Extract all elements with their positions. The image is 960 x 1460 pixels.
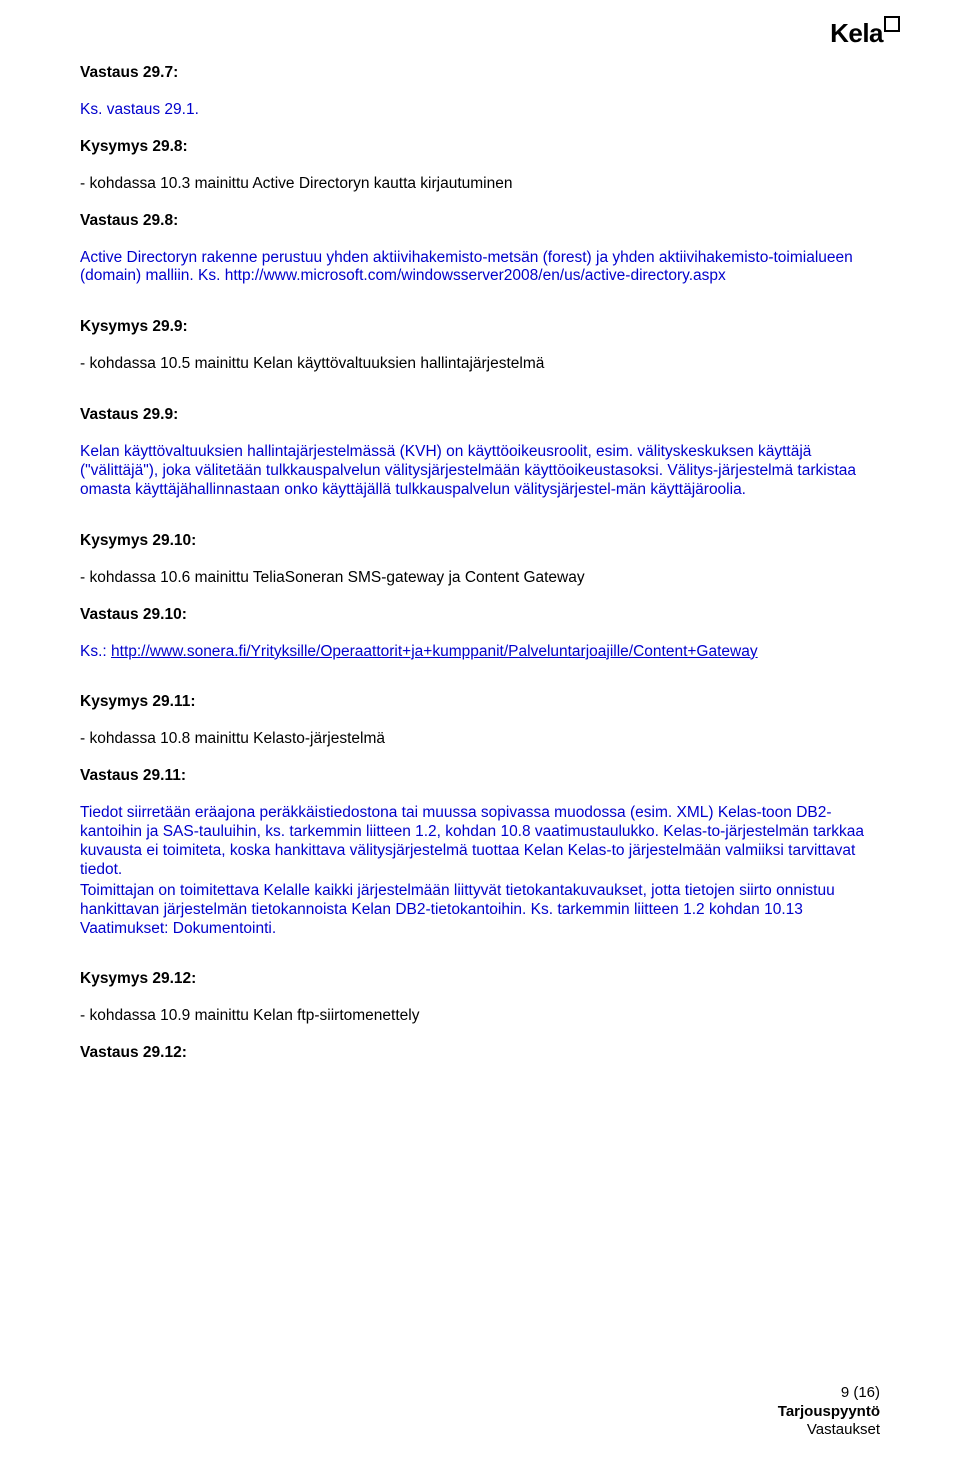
answer-text: Toimittajan on toimitettava Kelalle kaik… bbox=[80, 882, 880, 939]
answer-heading: Vastaus 29.7: bbox=[80, 64, 880, 83]
link-prefix: Ks.: bbox=[80, 643, 111, 660]
page-number: 9 (16) bbox=[778, 1384, 880, 1403]
answer-heading: Vastaus 29.10: bbox=[80, 606, 880, 625]
answer-link-para: Ks.: http://www.sonera.fi/Yrityksille/Op… bbox=[80, 643, 880, 662]
question-text: - kohdassa 10.8 mainittu Kelasto-järjest… bbox=[80, 730, 880, 749]
page-footer: 9 (16) Tarjouspyyntö Vastaukset bbox=[778, 1384, 880, 1440]
logo-reg-icon bbox=[884, 16, 900, 32]
answer-text: Kelan käyttövaltuuksien hallintajärjeste… bbox=[80, 443, 880, 500]
document-body: Vastaus 29.7: Ks. vastaus 29.1. Kysymys … bbox=[80, 24, 880, 1063]
question-text: - kohdassa 10.5 mainittu Kelan käyttöval… bbox=[80, 355, 880, 374]
answer-text: Ks. vastaus 29.1. bbox=[80, 101, 880, 120]
kela-logo: Kela bbox=[830, 18, 900, 50]
answer-heading: Vastaus 29.11: bbox=[80, 767, 880, 786]
question-heading: Kysymys 29.9: bbox=[80, 318, 880, 337]
answer-heading: Vastaus 29.12: bbox=[80, 1044, 880, 1063]
content-gateway-link[interactable]: http://www.sonera.fi/Yrityksille/Operaat… bbox=[111, 643, 758, 660]
question-text: - kohdassa 10.3 mainittu Active Director… bbox=[80, 175, 880, 194]
answer-text: Active Directoryn rakenne perustuu yhden… bbox=[80, 249, 880, 287]
logo-text: Kela bbox=[830, 18, 883, 50]
question-text: - kohdassa 10.9 mainittu Kelan ftp-siirt… bbox=[80, 1007, 880, 1026]
footer-line-2: Vastaukset bbox=[778, 1421, 880, 1440]
question-heading: Kysymys 29.12: bbox=[80, 970, 880, 989]
page: Kela Vastaus 29.7: Ks. vastaus 29.1. Kys… bbox=[0, 0, 960, 1460]
answer-heading: Vastaus 29.9: bbox=[80, 406, 880, 425]
answer-text: Tiedot siirretään eräajona peräkkäistied… bbox=[80, 804, 880, 880]
question-text: - kohdassa 10.6 mainittu TeliaSoneran SM… bbox=[80, 569, 880, 588]
question-heading: Kysymys 29.8: bbox=[80, 138, 880, 157]
question-heading: Kysymys 29.10: bbox=[80, 532, 880, 551]
question-heading: Kysymys 29.11: bbox=[80, 693, 880, 712]
footer-line-1: Tarjouspyyntö bbox=[778, 1403, 880, 1422]
answer-heading: Vastaus 29.8: bbox=[80, 212, 880, 231]
